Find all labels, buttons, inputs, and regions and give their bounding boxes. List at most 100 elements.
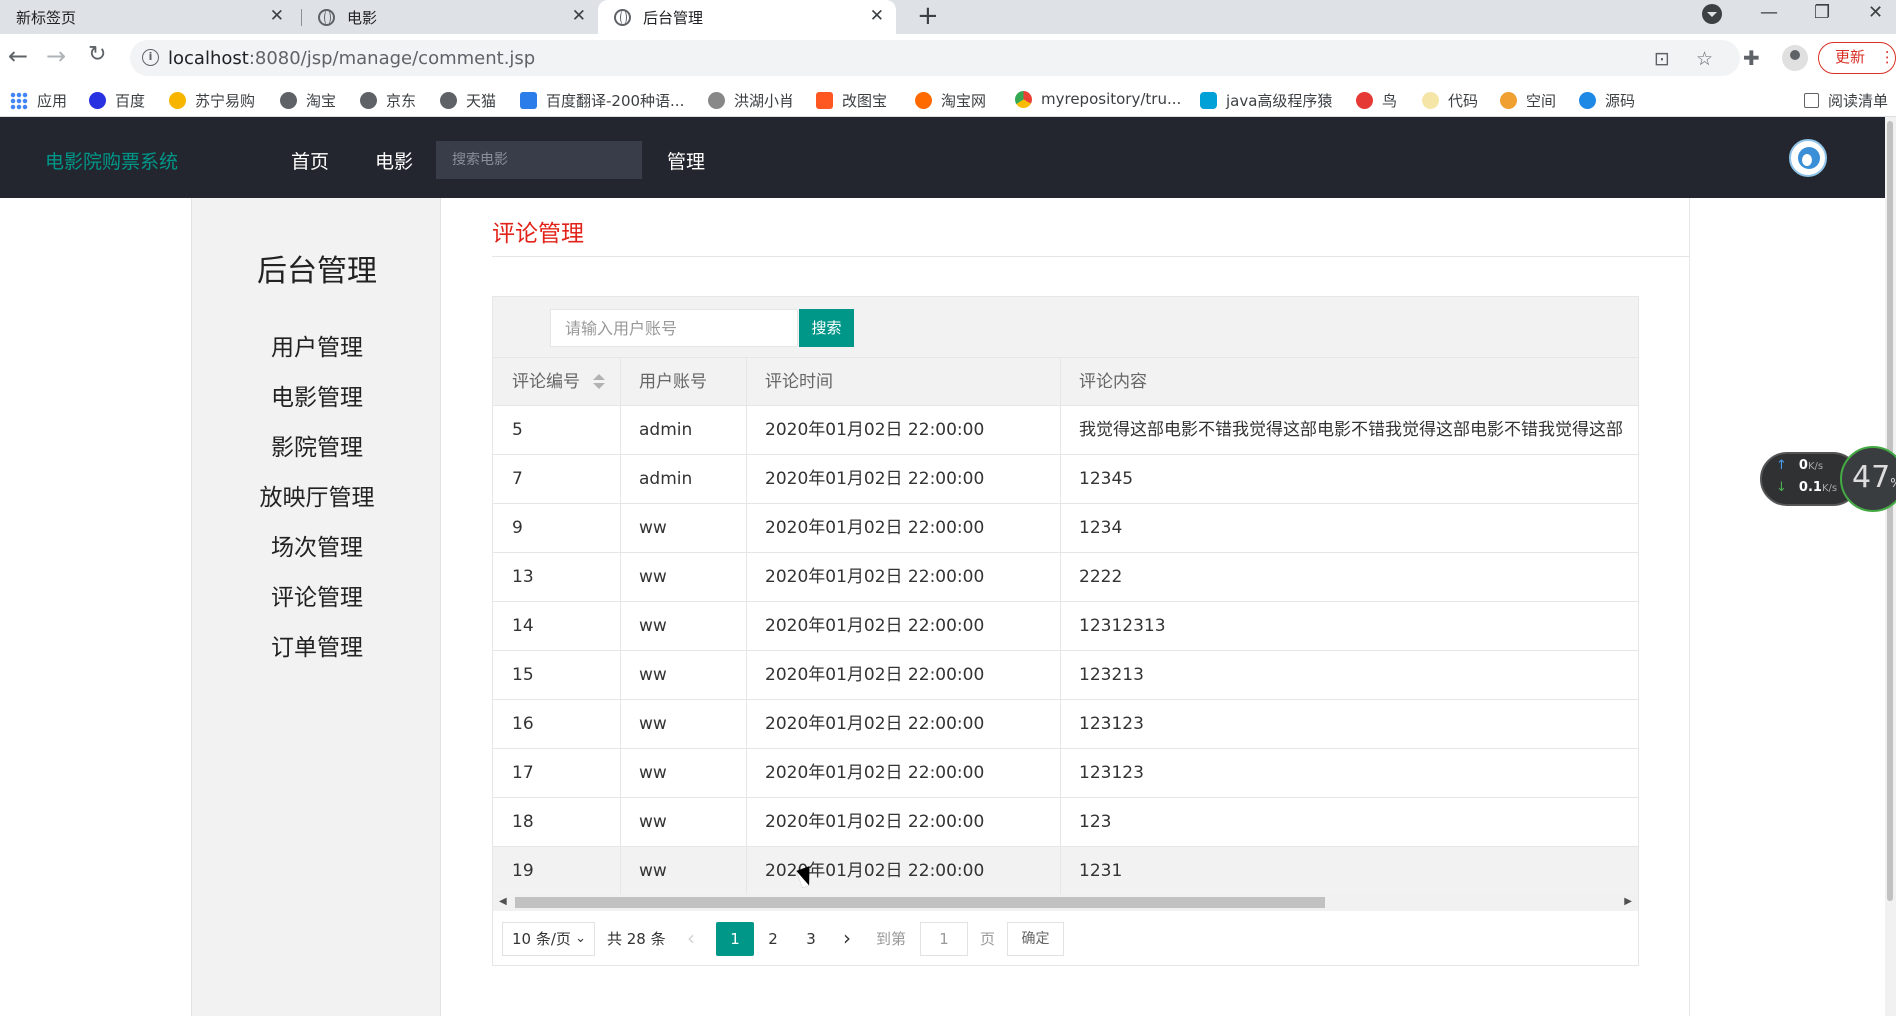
scroll-right-icon[interactable]: ▶: [1624, 896, 1632, 907]
bookmark-myrepository[interactable]: myrepository/tru...: [1015, 90, 1181, 108]
page-size-value: 10 条/页: [512, 930, 571, 948]
movie-search-input[interactable]: [436, 141, 642, 179]
user-avatar[interactable]: [1789, 139, 1827, 177]
goto-confirm-button[interactable]: 确定: [1007, 922, 1064, 956]
bookmark-label: myrepository/tru...: [1041, 90, 1182, 108]
browser-tab-newtab[interactable]: 新标签页 ✕: [0, 0, 296, 34]
url-text[interactable]: localhost:8080/jsp/manage/comment.jsp: [168, 48, 535, 69]
page-size-select[interactable]: 10 条/页 ⌄: [502, 922, 595, 956]
table-row[interactable]: 19 ww 2020年01月02日 22:00:00 1231: [493, 847, 1638, 896]
column-header-id[interactable]: 评论编号: [493, 358, 621, 405]
bookmark-gaitubao[interactable]: 改图宝: [816, 90, 887, 111]
close-icon[interactable]: ✕: [870, 6, 884, 26]
cell-comment-time: 2020年01月02日 22:00:00: [747, 406, 1061, 454]
sidebar-item-sessions[interactable]: 场次管理: [192, 528, 442, 562]
back-icon[interactable]: ←: [8, 44, 28, 68]
minimize-icon[interactable]: —: [1760, 2, 1778, 23]
nav-movies[interactable]: 电影: [375, 147, 413, 174]
prev-page-icon[interactable]: ‹: [687, 922, 695, 954]
restore-icon[interactable]: ❐: [1814, 2, 1830, 23]
cell-user-account: ww: [621, 749, 747, 797]
bookmark-space[interactable]: 空间: [1500, 90, 1556, 111]
profile-avatar[interactable]: [1782, 45, 1808, 71]
url-path: :8080/jsp/manage/comment.jsp: [248, 48, 536, 69]
sidebar-item-users[interactable]: 用户管理: [192, 328, 442, 362]
bookmark-star-icon[interactable]: ☆: [1696, 48, 1713, 70]
bookmark-taobao[interactable]: 淘宝: [280, 90, 336, 111]
site-info-icon[interactable]: i: [142, 49, 159, 66]
browser-tab-admin[interactable]: 后台管理 ✕: [598, 0, 896, 34]
reload-icon[interactable]: ↻: [88, 44, 106, 66]
table-row[interactable]: 13 ww 2020年01月02日 22:00:00 2222: [493, 553, 1638, 602]
download-arrow-icon: ↓: [1776, 480, 1787, 495]
site-brand[interactable]: 电影院购票系统: [45, 147, 178, 174]
window-close-icon[interactable]: ✕: [1868, 2, 1883, 23]
table-row[interactable]: 7 admin 2020年01月02日 22:00:00 12345: [493, 455, 1638, 504]
reading-list[interactable]: 阅读清单: [1804, 90, 1888, 111]
browser-tab-strip: 新标签页 ✕ 电影 ✕ 后台管理 ✕ + — ❐ ✕: [0, 0, 1896, 34]
search-button[interactable]: 搜索: [799, 309, 854, 347]
table-row[interactable]: 15 ww 2020年01月02日 22:00:00 123213: [493, 651, 1638, 700]
cell-comment-content: 123123: [1079, 714, 1144, 734]
page-2-button[interactable]: 2: [754, 922, 792, 956]
extensions-icon[interactable]: ✚: [1743, 46, 1760, 70]
table-row[interactable]: 5 admin 2020年01月02日 22:00:00 我觉得这部电影不错我觉得这部…: [493, 406, 1638, 455]
sort-icon[interactable]: [593, 374, 605, 392]
table-row[interactable]: 18 ww 2020年01月02日 22:00:00 123: [493, 798, 1638, 847]
user-account-search-input[interactable]: [550, 309, 798, 347]
update-button[interactable]: 更新 ⋮: [1818, 42, 1896, 74]
goto-page-input[interactable]: 1: [920, 922, 968, 956]
table-row[interactable]: 14 ww 2020年01月02日 22:00:00 12312313: [493, 602, 1638, 651]
bookmark-java[interactable]: java高级程序猿: [1200, 90, 1332, 111]
page-3-button[interactable]: 3: [792, 922, 830, 956]
bookmark-bird[interactable]: 鸟: [1356, 90, 1397, 111]
table-row[interactable]: 17 ww 2020年01月02日 22:00:00 123123: [493, 749, 1638, 798]
scrollbar-thumb[interactable]: [515, 897, 1325, 908]
upload-arrow-icon: ↑: [1776, 458, 1787, 473]
browser-tab-movie[interactable]: 电影 ✕: [302, 0, 598, 34]
bookmark-apps[interactable]: 应用: [10, 90, 67, 111]
table-row[interactable]: 9 ww 2020年01月02日 22:00:00 1234: [493, 504, 1638, 553]
forward-icon[interactable]: →: [46, 44, 66, 68]
page-1-button[interactable]: 1: [716, 922, 754, 956]
bookmark-tmall[interactable]: 天猫: [440, 90, 496, 111]
bookmark-baidu[interactable]: 百度: [89, 90, 145, 111]
network-speed-widget[interactable]: ↑0K/s ↓0.1K/s 47%: [1760, 446, 1896, 512]
address-bar[interactable]: i localhost:8080/jsp/manage/comment.jsp …: [130, 40, 1740, 76]
cell-comment-id: 15: [493, 651, 621, 699]
sidebar-item-cinemas[interactable]: 影院管理: [192, 428, 442, 462]
new-tab-icon[interactable]: +: [917, 1, 939, 31]
sidebar-item-movies[interactable]: 电影管理: [192, 378, 442, 412]
translate-icon[interactable]: ⊡: [1654, 48, 1670, 70]
bookmark-code[interactable]: 代码: [1422, 90, 1478, 111]
bookmark-taobao-net[interactable]: 淘宝网: [915, 90, 986, 111]
close-icon[interactable]: ✕: [270, 6, 284, 26]
cell-comment-time: 2020年01月02日 22:00:00: [747, 798, 1061, 846]
cell-comment-time: 2020年01月02日 22:00:00: [747, 847, 1061, 895]
tab-search-icon[interactable]: [1702, 4, 1722, 24]
admin-sidebar: 后台管理 用户管理 电影管理 影院管理 放映厅管理 场次管理 评论管理 订单管理: [191, 198, 441, 1016]
sidebar-item-orders[interactable]: 订单管理: [192, 628, 442, 662]
cell-comment-id: 13: [493, 553, 621, 601]
bookmark-suning[interactable]: 苏宁易购: [169, 90, 255, 111]
cell-comment-time: 2020年01月02日 22:00:00: [747, 553, 1061, 601]
nav-manage[interactable]: 管理: [667, 147, 705, 174]
bookmark-jd[interactable]: 京东: [360, 90, 416, 111]
bookmark-source[interactable]: 源码: [1579, 90, 1635, 111]
sidebar-item-halls[interactable]: 放映厅管理: [192, 478, 442, 512]
bookmark-baidu-translate[interactable]: 百度翻译-200种语...: [520, 90, 684, 111]
table-row[interactable]: 16 ww 2020年01月02日 22:00:00 123123: [493, 700, 1638, 749]
cpu-percent-unit: %: [1890, 476, 1896, 490]
bookmark-label: 淘宝: [306, 92, 337, 110]
bird-icon: [708, 92, 725, 109]
next-page-icon[interactable]: ›: [843, 922, 851, 954]
bookmark-honghu[interactable]: 洪湖小肖: [708, 90, 794, 111]
baidu-icon: [89, 92, 106, 109]
close-icon[interactable]: ✕: [572, 6, 586, 26]
sidebar-item-comments[interactable]: 评论管理: [192, 578, 442, 612]
nav-home[interactable]: 首页: [291, 147, 329, 174]
code-icon: [1422, 92, 1439, 109]
horizontal-scrollbar[interactable]: ◀ ▶: [493, 894, 1638, 911]
scroll-left-icon[interactable]: ◀: [499, 896, 507, 907]
chevron-down-icon: ⌄: [575, 931, 586, 946]
